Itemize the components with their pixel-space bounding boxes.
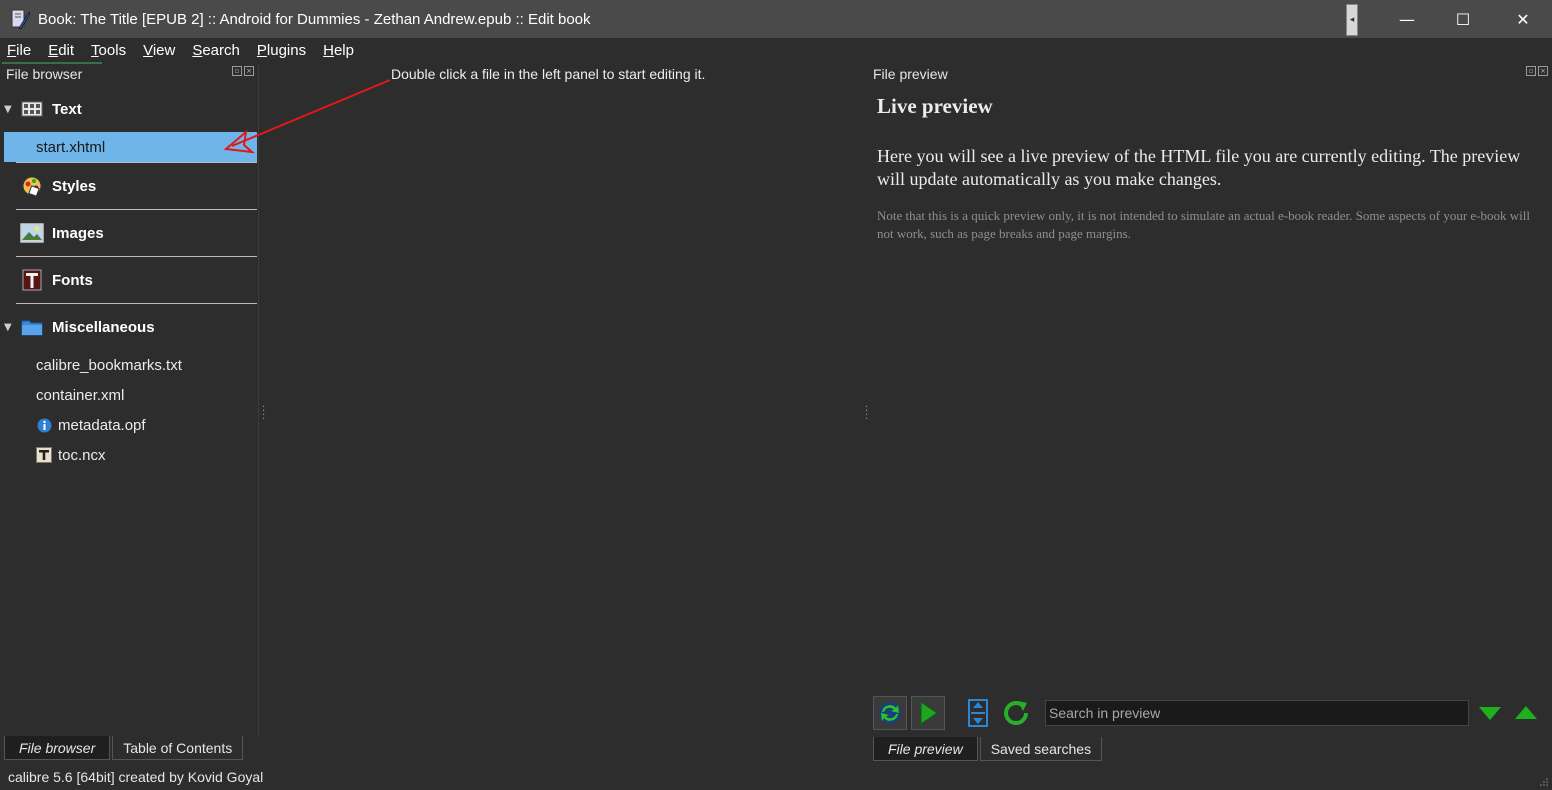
menu-edit[interactable]: Edit <box>47 42 75 59</box>
close-dock-icon[interactable]: × <box>244 66 254 76</box>
left-splitter-handle[interactable]: · · · · <box>262 403 265 425</box>
file-label: toc.ncx <box>58 446 106 464</box>
preview-paragraph: Here you will see a live preview of the … <box>877 146 1521 189</box>
file-start-xhtml[interactable]: start.xhtml <box>4 132 257 162</box>
editor-placeholder-hint: Double click a file in the left panel to… <box>391 66 706 82</box>
expand-arrow-icon[interactable]: ▼ <box>4 104 18 115</box>
title-bar: Book: The Title [EPUB 2] :: Android for … <box>0 0 1552 38</box>
file-metadata-opf[interactable]: metadata.opf <box>0 410 258 440</box>
tab-table-of-contents[interactable]: Table of Contents <box>112 736 244 760</box>
file-browser-dock: File browser ▫ × ▼ Text start.xhtml Styl… <box>0 64 259 760</box>
right-splitter-handle[interactable]: · · · · <box>865 403 868 425</box>
split-icon[interactable] <box>961 696 995 730</box>
category-miscellaneous[interactable]: ▼ Miscellaneous <box>0 304 258 350</box>
file-container-xml[interactable]: container.xml <box>0 380 258 410</box>
preview-note: Note that this is a quick preview only, … <box>877 208 1530 241</box>
close-button[interactable]: ✕ <box>1494 0 1552 38</box>
category-text[interactable]: ▼ Text <box>0 86 258 132</box>
preview-heading: Live preview <box>877 94 993 118</box>
file-tree: ▼ Text start.xhtml Styles Images Fonts ▼… <box>0 86 258 470</box>
file-label: calibre_bookmarks.txt <box>36 356 182 374</box>
menu-bar: File Edit Tools View Search Plugins Help <box>0 38 1552 62</box>
tab-file-preview[interactable]: File preview <box>873 737 978 761</box>
menu-view[interactable]: View <box>142 42 176 59</box>
sync-icon[interactable] <box>873 696 907 730</box>
right-dock-tabs: File preview Saved searches <box>869 737 1104 761</box>
file-calibre-bookmarks[interactable]: calibre_bookmarks.txt <box>0 350 258 380</box>
category-label: Images <box>52 224 104 242</box>
styles-category-icon <box>20 175 44 197</box>
maximize-button[interactable]: ☐ <box>1434 0 1492 38</box>
preview-toolbar <box>873 696 1549 730</box>
tab-file-browser[interactable]: File browser <box>4 736 111 760</box>
images-category-icon <box>20 222 44 244</box>
file-browser-title: File browser <box>6 66 83 82</box>
float-dock-icon[interactable]: ▫ <box>232 66 242 76</box>
float-dock-icon[interactable]: ▫ <box>1526 66 1536 76</box>
menu-search[interactable]: Search <box>191 42 241 59</box>
file-label: start.xhtml <box>36 138 106 156</box>
file-preview-dock: File preview ▫ × Live preview Here you w… <box>869 64 1552 764</box>
search-preview-input[interactable] <box>1045 700 1469 726</box>
category-fonts[interactable]: Fonts <box>0 257 258 303</box>
minimize-button[interactable]: — <box>1378 0 1436 38</box>
collapse-handle[interactable]: ◂ <box>1346 4 1358 36</box>
category-styles[interactable]: Styles <box>0 163 258 209</box>
status-text: calibre 5.6 [64bit] created by Kovid Goy… <box>8 769 264 785</box>
toc-icon <box>36 447 52 463</box>
refresh-icon[interactable] <box>999 696 1033 730</box>
info-icon <box>36 417 52 433</box>
find-next-icon[interactable] <box>1475 698 1505 728</box>
left-dock-tabs: File browser Table of Contents <box>0 736 259 762</box>
folder-icon <box>20 316 44 338</box>
calibre-edit-icon <box>8 7 32 31</box>
text-category-icon <box>20 98 44 120</box>
play-icon[interactable] <box>911 696 945 730</box>
menu-file[interactable]: File <box>6 42 32 59</box>
file-toc-ncx[interactable]: toc.ncx <box>0 440 258 470</box>
category-images[interactable]: Images <box>0 210 258 256</box>
category-label: Miscellaneous <box>52 318 155 336</box>
file-preview-title: File preview <box>873 66 948 82</box>
category-label: Text <box>52 100 82 118</box>
find-previous-icon[interactable] <box>1511 698 1541 728</box>
dock-controls: ▫ × <box>1526 66 1548 76</box>
menu-help[interactable]: Help <box>322 42 355 59</box>
resize-grip-icon[interactable] <box>1539 777 1549 787</box>
expand-arrow-icon[interactable]: ▼ <box>4 322 18 333</box>
status-bar: calibre 5.6 [64bit] created by Kovid Goy… <box>0 764 1552 790</box>
fonts-category-icon <box>20 269 44 291</box>
file-label: metadata.opf <box>58 416 146 434</box>
tab-saved-searches[interactable]: Saved searches <box>979 737 1103 761</box>
close-dock-icon[interactable]: × <box>1538 66 1548 76</box>
live-preview-content: Live preview Here you will see a live pr… <box>877 94 1537 243</box>
menu-plugins[interactable]: Plugins <box>256 42 307 59</box>
file-label: container.xml <box>36 386 125 404</box>
dock-controls: ▫ × <box>232 66 254 76</box>
window-title: Book: The Title [EPUB 2] :: Android for … <box>38 10 591 28</box>
menu-tools[interactable]: Tools <box>90 42 127 59</box>
category-label: Styles <box>52 177 97 195</box>
category-label: Fonts <box>52 271 93 289</box>
